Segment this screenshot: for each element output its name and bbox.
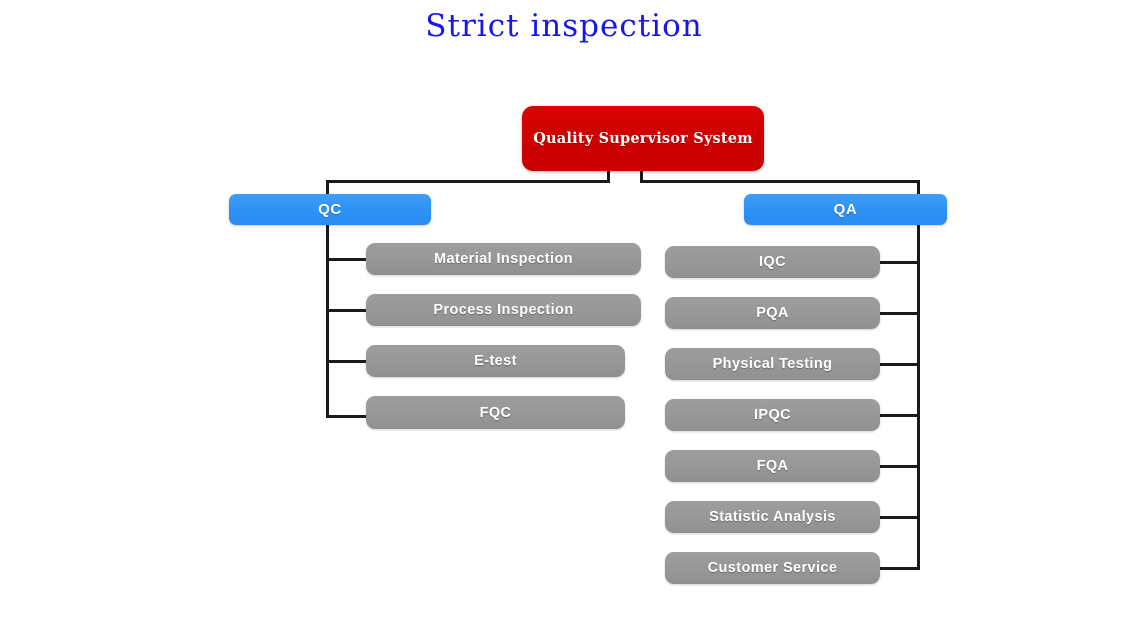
connector-root-to-qc-horizontal — [326, 180, 609, 183]
node-material-inspection[interactable]: Material Inspection — [366, 243, 641, 275]
node-label: QC — [318, 201, 342, 218]
node-statistic-analysis[interactable]: Statistic Analysis — [665, 501, 880, 533]
node-qc[interactable]: QC — [229, 194, 431, 225]
node-label: FQC — [479, 404, 512, 421]
node-fqc[interactable]: FQC — [366, 396, 625, 429]
connector-qa-branch-5 — [878, 465, 920, 468]
node-label: Material Inspection — [434, 251, 573, 267]
node-label: Process Inspection — [433, 302, 574, 318]
node-label: Customer Service — [707, 560, 838, 576]
connector-qc-branch-2 — [326, 309, 368, 312]
node-label: E-test — [474, 353, 517, 369]
node-iqc[interactable]: IQC — [665, 246, 880, 278]
node-label: FQA — [756, 458, 789, 474]
page-title: Strict inspection — [425, 8, 703, 44]
connector-qa-branch-4 — [878, 414, 920, 417]
connector-root-to-qa-horizontal — [640, 180, 920, 183]
node-label: Physical Testing — [712, 356, 833, 372]
node-pqa[interactable]: PQA — [665, 297, 880, 329]
node-quality-supervisor-system[interactable]: Quality Supervisor System — [522, 106, 764, 171]
connector-qc-trunk — [326, 224, 329, 418]
connector-qa-branch-2 — [878, 312, 920, 315]
node-fqa[interactable]: FQA — [665, 450, 880, 482]
node-customer-service[interactable]: Customer Service — [665, 552, 880, 584]
node-label: IQC — [759, 254, 786, 270]
connector-qc-branch-1 — [326, 258, 368, 261]
connector-qc-branch-4 — [326, 415, 368, 418]
node-label: Statistic Analysis — [709, 509, 836, 525]
node-label: IPQC — [753, 407, 792, 423]
diagram-canvas: Strict inspection Quality Supervisor Sys… — [0, 0, 1128, 618]
connector-qa-branch-7 — [878, 567, 920, 570]
connector-root-to-qc-drop — [326, 180, 329, 195]
node-label: Quality Supervisor System — [533, 130, 753, 147]
node-ipqc[interactable]: IPQC — [665, 399, 880, 431]
connector-qc-branch-3 — [326, 360, 368, 363]
node-label: QA — [833, 201, 858, 218]
node-e-test[interactable]: E-test — [366, 345, 625, 377]
node-physical-testing[interactable]: Physical Testing — [665, 348, 880, 380]
node-process-inspection[interactable]: Process Inspection — [366, 294, 641, 326]
connector-qa-branch-1 — [878, 261, 920, 264]
node-qa[interactable]: QA — [744, 194, 947, 225]
node-label: PQA — [756, 305, 789, 321]
connector-qa-branch-6 — [878, 516, 920, 519]
connector-root-to-qa-drop — [917, 180, 920, 195]
connector-qa-branch-3 — [878, 363, 920, 366]
